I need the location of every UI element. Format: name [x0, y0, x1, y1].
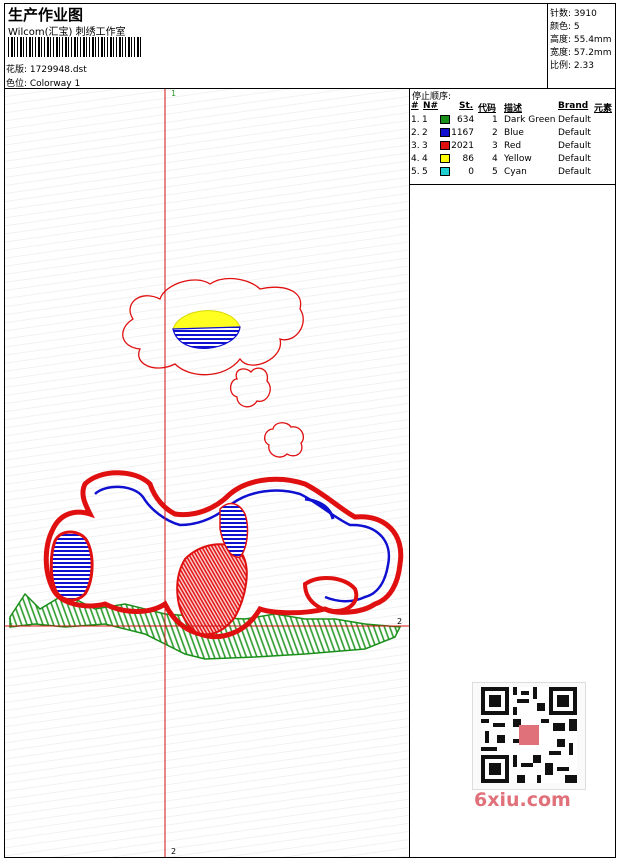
color-swatch — [440, 167, 450, 176]
color-swatch — [440, 128, 450, 137]
row-needle: 1 — [422, 115, 428, 125]
table-row[interactable]: 1. 1 634 1 Dark Green Default — [410, 115, 616, 128]
table-row[interactable]: 3. 3 2021 3 Red Default — [410, 141, 616, 154]
stitch-count: 针数: 3910 — [550, 9, 597, 19]
axis-label-v-top: 1 — [171, 89, 177, 98]
row-code: 3 — [492, 141, 498, 151]
design-height: 高度: 55.4mm — [550, 35, 612, 45]
col-header-description: 描述 — [504, 104, 523, 114]
row-brand: Default — [558, 167, 591, 177]
color-swatch — [440, 154, 450, 163]
qr-code[interactable] — [472, 682, 586, 790]
thought-cloud-small — [263, 422, 305, 458]
row-description: Cyan — [504, 167, 527, 177]
row-index: 3. — [411, 141, 420, 151]
axis-label-h-left: 1 — [8, 617, 14, 626]
row-needle: 5 — [422, 167, 428, 177]
row-stitches: 1167 — [451, 128, 474, 138]
table-row[interactable]: 2. 2 1167 2 Blue Default — [410, 128, 616, 141]
col-header-stitches: St. — [459, 101, 474, 111]
row-index: 2. — [411, 128, 420, 138]
color-swatch — [440, 141, 450, 150]
row-index: 4. — [411, 154, 420, 164]
studio-label: Wilcom(汇宝) 刺绣工作室 — [8, 27, 126, 38]
dog-ear — [49, 530, 94, 602]
row-stitches: 86 — [462, 154, 474, 164]
row-brand: Default — [558, 154, 591, 164]
barcode — [8, 37, 142, 57]
row-brand: Default — [558, 141, 591, 151]
row-stitches: 2021 — [451, 141, 474, 151]
thought-cloud-medium — [229, 367, 271, 408]
design-file-label: 花版: 1729948.dst — [6, 65, 87, 75]
row-brand: Default — [558, 128, 591, 138]
row-needle: 4 — [422, 154, 428, 164]
row-code: 1 — [492, 115, 498, 125]
row-index: 1. — [411, 115, 420, 125]
row-stitches: 0 — [468, 167, 474, 177]
table-row[interactable]: 4. 4 86 4 Yellow Default — [410, 154, 616, 167]
color-count: 颜色: 5 — [550, 22, 580, 32]
design-width: 宽度: 57.2mm — [550, 48, 612, 58]
cupcake-bottom — [172, 326, 241, 350]
row-needle: 3 — [422, 141, 428, 151]
embroidery-preview — [5, 89, 409, 857]
stop-panel-divider — [410, 184, 616, 185]
table-row[interactable]: 5. 5 0 5 Cyan Default — [410, 167, 616, 180]
watermark-logo: 6xiu.com — [474, 789, 571, 811]
panel-divider — [409, 89, 410, 858]
col-header-needle: N# — [423, 101, 439, 111]
design-scale: 比例: 2.33 — [550, 61, 594, 71]
design-canvas[interactable]: 1 2 2 1 — [5, 89, 409, 857]
axis-label-h-right: 2 — [397, 617, 403, 626]
col-header-code: 代码 — [478, 104, 497, 114]
row-description: Dark Green — [504, 115, 556, 125]
row-code: 2 — [492, 128, 498, 138]
row-description: Yellow — [504, 154, 532, 164]
row-code: 5 — [492, 167, 498, 177]
row-brand: Default — [558, 115, 591, 125]
color-swatch — [440, 115, 450, 124]
col-header-index: # — [411, 101, 419, 111]
page-title: 生产作业图 — [8, 6, 84, 24]
row-code: 4 — [492, 154, 498, 164]
cupcake-top — [172, 310, 241, 330]
col-header-element: 元素 — [594, 104, 613, 114]
row-description: Blue — [504, 128, 524, 138]
col-header-brand: Brand — [558, 101, 589, 111]
row-stitches: 634 — [457, 115, 475, 125]
row-description: Red — [504, 141, 522, 151]
dog-paw — [302, 576, 359, 614]
row-index: 5. — [411, 167, 420, 177]
axis-label-v-bottom: 2 — [171, 847, 177, 856]
qr-code-icon — [481, 687, 577, 783]
row-needle: 2 — [422, 128, 428, 138]
